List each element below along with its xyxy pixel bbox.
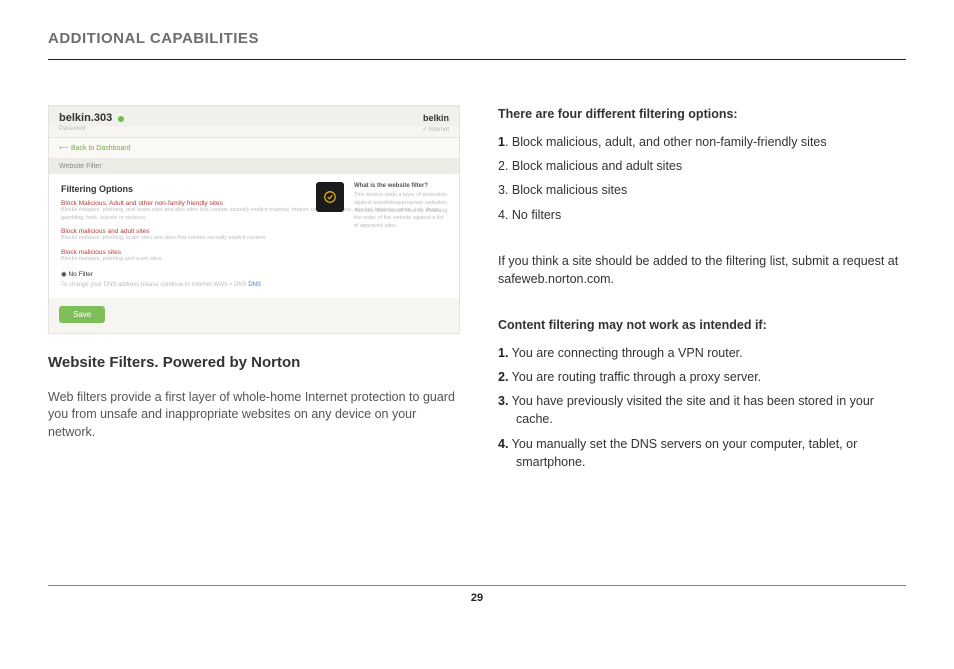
filter-option-1: 1. Block malicious, adult, and other non… — [498, 133, 906, 151]
back-to-dashboard: ⟵ Back to Dashboard — [49, 137, 459, 159]
sub-internet: ✓ internet — [422, 126, 449, 133]
option-4-label: ◉ No Filter — [61, 270, 447, 278]
caveat-4: 4. You manually set the DNS servers on y… — [498, 435, 906, 471]
caveats-heading: Content filtering may not work as intend… — [498, 316, 906, 334]
caveat-1: 1. You are connecting through a VPN rout… — [498, 344, 906, 362]
filter-option-4: 4. No filters — [498, 206, 906, 224]
help-title: What is the website filter? — [354, 182, 449, 190]
belkin-logo: belkin — [423, 113, 449, 123]
option-2-desc: Blocks malware, phishing, scam sites and… — [61, 235, 447, 243]
caveat-3: 3. You have previously visited the site … — [498, 392, 906, 428]
save-button: Save — [59, 306, 105, 323]
caveat-2: 2. You are routing traffic through a pro… — [498, 368, 906, 386]
sub-password: Password — [59, 126, 85, 133]
router-name: belkin.303 — [59, 112, 112, 124]
option-3-label: Block malicious sites — [61, 249, 447, 256]
norton-badge-icon — [316, 182, 344, 212]
page-header: ADDITIONAL CAPABILITIES — [48, 30, 906, 47]
option-3-desc: Blocks malware, phishing and scam sites. — [61, 256, 447, 264]
header-rule — [48, 59, 906, 60]
help-sidebar: What is the website filter? This service… — [354, 182, 449, 231]
footer-rule — [48, 585, 906, 586]
option-4-desc: To change your DNS address please contin… — [61, 282, 447, 288]
section-heading: Website Filters. Powered by Norton — [48, 354, 458, 371]
section-paragraph: Web filters provide a first layer of who… — [48, 389, 458, 442]
filter-option-2: 2. Block malicious and adult sites — [498, 157, 906, 175]
filtering-options-heading: There are four different filtering optio… — [498, 105, 906, 123]
breadcrumb: Website Filter — [49, 159, 459, 174]
page-number: 29 — [0, 592, 954, 604]
router-admin-screenshot: belkin.303 belkin Password ✓ internet ⟵ … — [48, 105, 460, 334]
filter-option-3: 3. Block malicious sites — [498, 181, 906, 199]
status-dot-icon — [118, 116, 124, 122]
safeweb-note: If you think a site should be added to t… — [498, 252, 906, 288]
help-body: This service adds a layer of protection … — [354, 192, 448, 229]
